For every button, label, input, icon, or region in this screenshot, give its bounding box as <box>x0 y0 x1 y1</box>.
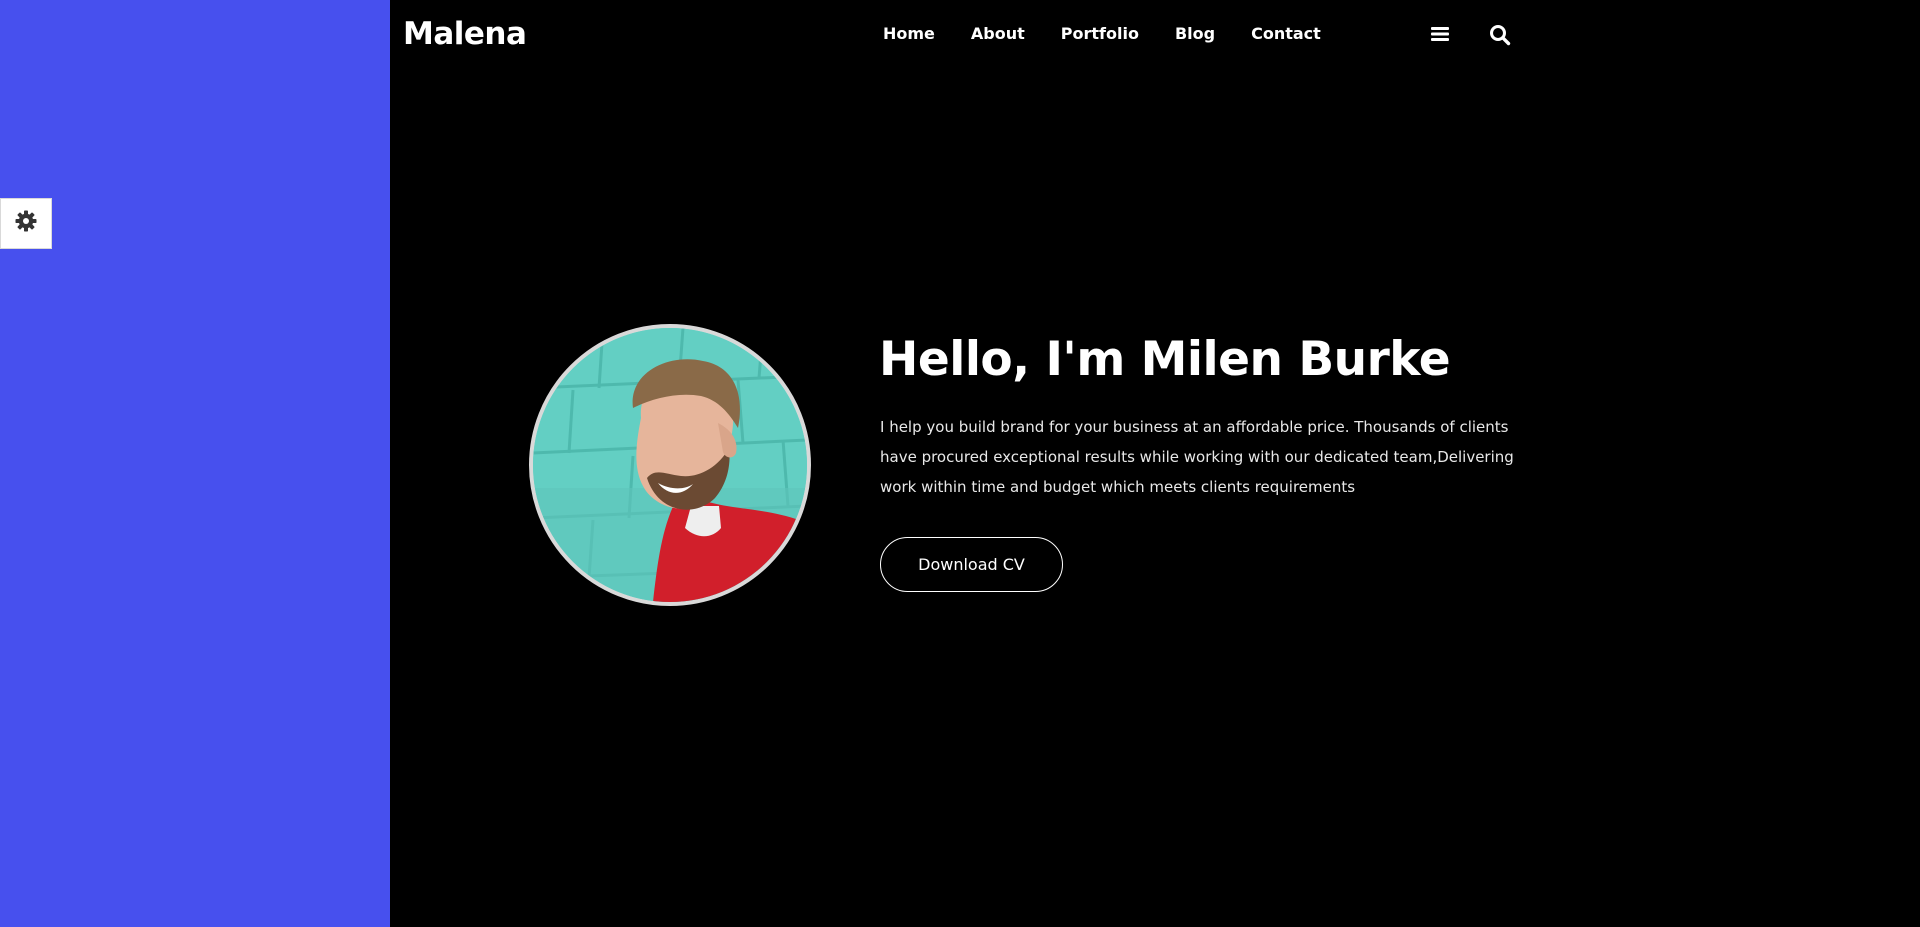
download-cv-button[interactable]: Download CV <box>880 537 1063 592</box>
accent-side-panel <box>0 0 390 927</box>
search-button[interactable] <box>1489 24 1511 46</box>
nav-item-about[interactable]: About <box>971 22 1025 46</box>
gear-icon <box>14 209 38 238</box>
nav-item-blog[interactable]: Blog <box>1175 22 1215 46</box>
page: Malena Home About Portfolio Blog Contact <box>0 0 1920 927</box>
nav-item-contact[interactable]: Contact <box>1251 22 1321 46</box>
hamburger-menu-icon <box>1430 27 1450 48</box>
main-nav: Home About Portfolio Blog Contact <box>883 22 1321 46</box>
profile-avatar <box>529 324 811 606</box>
hero-description: I help you build brand for your business… <box>880 418 1514 496</box>
profile-photo <box>533 328 807 602</box>
hero-title: Hello, I'm Milen Burke <box>879 332 1451 387</box>
nav-item-portfolio[interactable]: Portfolio <box>1061 22 1139 46</box>
site-logo[interactable]: Malena <box>403 12 527 56</box>
menu-toggle-button[interactable] <box>1430 24 1450 44</box>
search-icon <box>1489 25 1511 50</box>
nav-item-home[interactable]: Home <box>883 22 935 46</box>
settings-toggle-button[interactable] <box>0 198 52 249</box>
